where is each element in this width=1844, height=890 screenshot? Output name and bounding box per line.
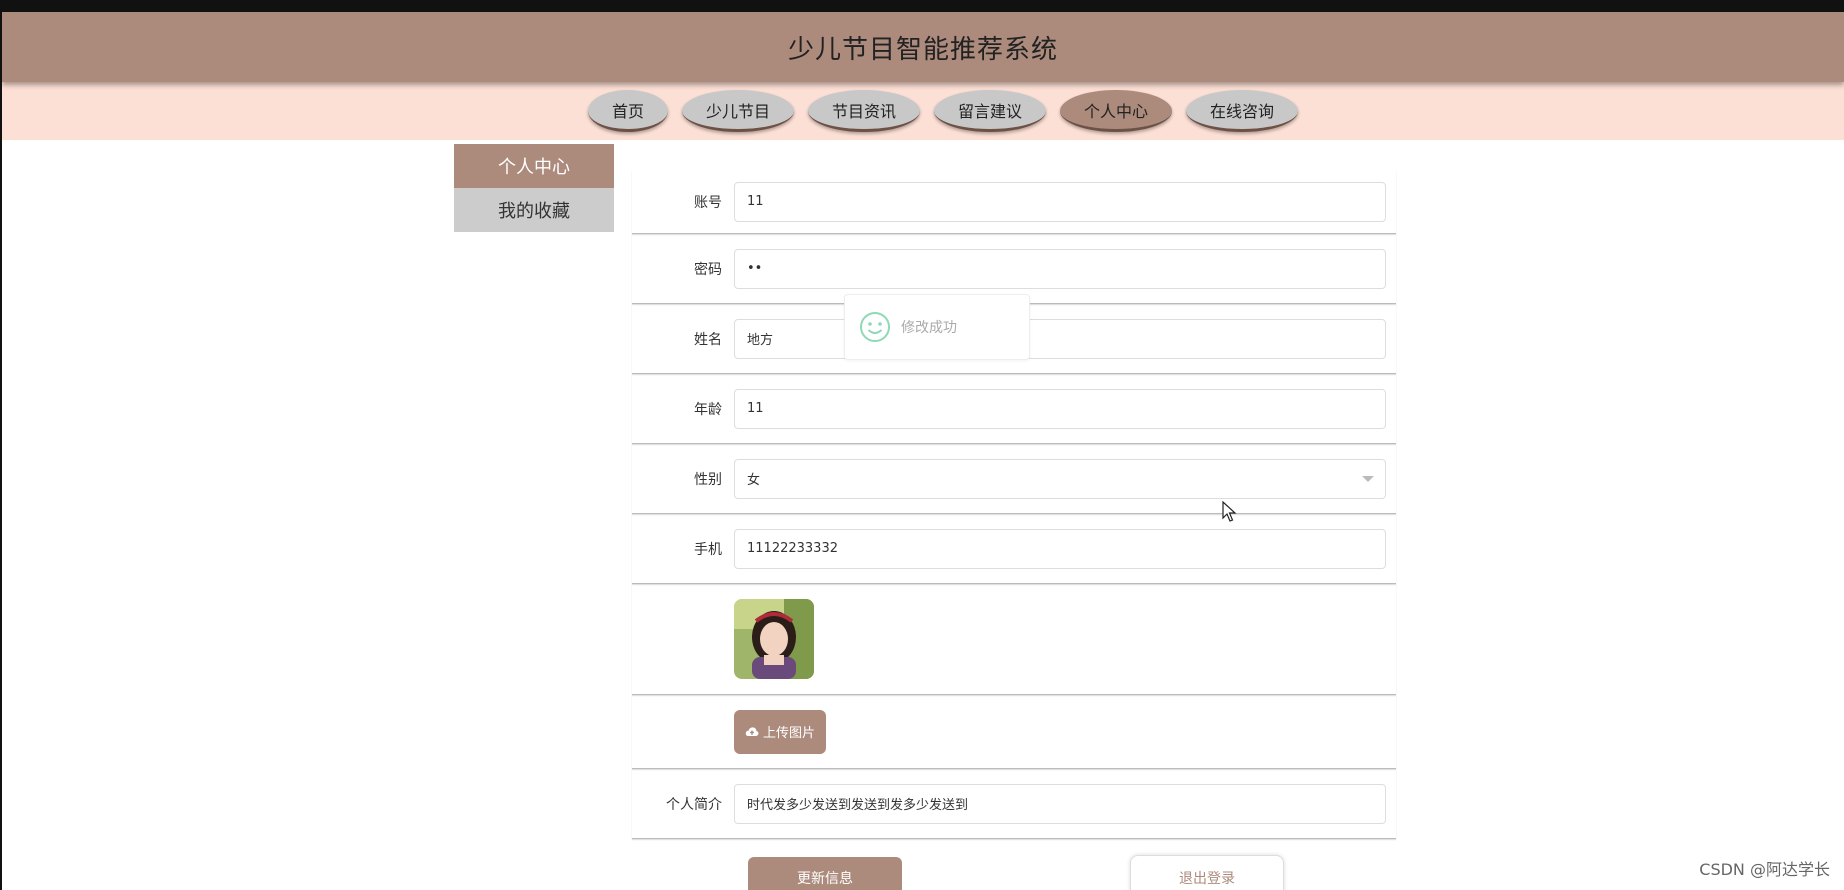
nav-item-programs[interactable]: 少儿节目 xyxy=(681,90,794,132)
main-nav: 首页 少儿节目 节目资讯 留言建议 个人中心 在线咨询 xyxy=(2,82,1844,140)
form-row-avatar xyxy=(632,584,1396,695)
profile-form: 账号 11 密码 •• 姓名 地方 年龄 11 性别 女 手机 11122233… xyxy=(632,170,1396,839)
account-input[interactable]: 11 xyxy=(734,181,1386,222)
gender-select[interactable]: 女 xyxy=(734,458,1386,499)
avatar-image xyxy=(734,599,814,679)
avatar xyxy=(734,599,814,679)
age-input[interactable]: 11 xyxy=(734,388,1386,429)
upload-image-label: 上传图片 xyxy=(762,726,815,741)
nav-item-feedback[interactable]: 留言建议 xyxy=(934,90,1047,132)
sidebar: 个人中心 我的收藏 xyxy=(454,144,614,232)
phone-input[interactable]: 11122233332 xyxy=(734,528,1386,569)
form-row-account: 账号 11 xyxy=(632,170,1396,234)
name-input[interactable]: 地方 xyxy=(734,318,1386,359)
watermark: CSDN @阿达学长 xyxy=(1699,860,1830,879)
update-info-button[interactable]: 更新信息 xyxy=(748,857,902,890)
nav-item-home[interactable]: 首页 xyxy=(587,90,668,132)
smile-icon xyxy=(860,312,890,342)
cloud-upload-icon xyxy=(745,726,759,736)
upload-image-button[interactable]: 上传图片 xyxy=(734,709,826,754)
form-row-phone: 手机 11122233332 xyxy=(632,514,1396,584)
toast-message: 修改成功 xyxy=(901,320,957,336)
password-input[interactable]: •• xyxy=(734,248,1386,289)
bio-label: 个人简介 xyxy=(666,796,722,813)
sidebar-item-profile[interactable]: 个人中心 xyxy=(454,144,614,188)
success-toast: 修改成功 xyxy=(844,294,1030,360)
account-label: 账号 xyxy=(694,194,722,211)
site-title: 少儿节目智能推荐系统 xyxy=(787,34,1058,65)
name-label: 姓名 xyxy=(694,331,722,348)
gender-select-value: 女 xyxy=(734,458,1386,499)
password-label: 密码 xyxy=(694,261,722,278)
nav-item-news[interactable]: 节目资讯 xyxy=(807,90,920,132)
form-row-upload: 上传图片 xyxy=(632,695,1396,769)
nav-item-consult[interactable]: 在线咨询 xyxy=(1186,90,1299,132)
age-label: 年龄 xyxy=(694,401,722,418)
form-row-age: 年龄 11 xyxy=(632,374,1396,444)
nav-item-profile[interactable]: 个人中心 xyxy=(1060,90,1173,132)
form-row-bio: 个人简介 时代发多少发送到发送到发多少发送到 xyxy=(632,769,1396,839)
logout-button[interactable]: 退出登录 xyxy=(1130,855,1284,890)
site-header: 少儿节目智能推荐系统 xyxy=(2,12,1844,82)
page: 少儿节目智能推荐系统 首页 少儿节目 节目资讯 留言建议 个人中心 在线咨询 个… xyxy=(2,12,1844,890)
mouse-cursor-icon xyxy=(1222,501,1237,522)
form-row-gender: 性别 女 xyxy=(632,444,1396,514)
phone-label: 手机 xyxy=(694,541,722,558)
chevron-down-icon xyxy=(1362,475,1374,482)
gender-label: 性别 xyxy=(694,471,722,488)
sidebar-item-favorites[interactable]: 我的收藏 xyxy=(454,188,614,232)
bio-input[interactable]: 时代发多少发送到发送到发多少发送到 xyxy=(734,783,1386,824)
